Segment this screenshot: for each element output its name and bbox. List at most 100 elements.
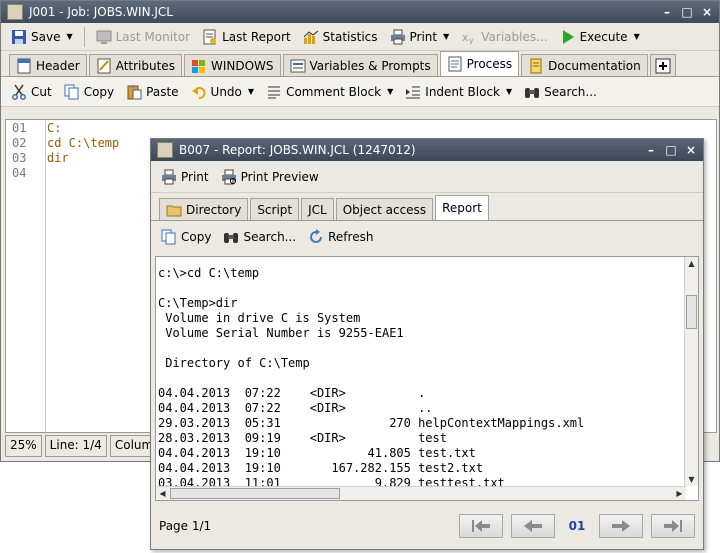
comment-block-icon xyxy=(268,86,281,98)
copy-button[interactable]: Copy xyxy=(60,81,118,103)
paste-label: Paste xyxy=(146,84,179,99)
refresh-icon xyxy=(310,229,323,243)
report-footer: Page 1/1 01 xyxy=(151,503,703,549)
line-number: 03 xyxy=(12,151,27,165)
report-search-label: Search... xyxy=(243,230,297,244)
chevron-down-icon[interactable]: ▼ xyxy=(443,32,449,41)
scroll-up-icon[interactable]: ▲ xyxy=(685,257,698,270)
last-report-label: Last Report xyxy=(222,29,291,44)
tab-process[interactable]: Process xyxy=(439,51,520,76)
main-tab-bar: Header Attributes WINDOWS Variables & Pr… xyxy=(1,51,719,77)
indent-block-icon xyxy=(406,86,421,98)
main-title-bar[interactable]: J001 - Job: JOBS.WIN.JCL – □ × xyxy=(1,1,719,23)
tab-variables-prompts[interactable]: Variables & Prompts xyxy=(282,54,438,76)
arrow-right-icon xyxy=(612,520,630,532)
print-button[interactable]: Print ▼ xyxy=(386,26,454,48)
next-page-button[interactable] xyxy=(599,514,643,538)
previous-page-button[interactable] xyxy=(511,514,555,538)
chevron-down-icon[interactable]: ▼ xyxy=(66,32,72,41)
binoculars-icon xyxy=(224,233,239,243)
horizontal-scrollbar[interactable]: ◀ ▶ xyxy=(156,486,686,500)
tab-script[interactable]: Script xyxy=(250,198,300,220)
paste-button[interactable]: Paste xyxy=(122,81,182,103)
tab-header[interactable]: Header xyxy=(9,54,87,76)
job-icon xyxy=(7,4,23,20)
variables-label: Variables... xyxy=(481,29,548,44)
cut-button[interactable]: Cut xyxy=(7,81,56,103)
last-monitor-button[interactable]: Last Monitor xyxy=(92,26,194,48)
report-line: C:\Temp>dir xyxy=(158,296,238,310)
tab-windows[interactable]: WINDOWS xyxy=(183,54,281,76)
vertical-scroll-thumb[interactable] xyxy=(686,295,697,329)
zoom-indicator[interactable]: 25% xyxy=(5,435,42,457)
first-page-button[interactable] xyxy=(459,514,503,538)
tab-directory[interactable]: Directory xyxy=(159,198,249,220)
report-line: c:\>cd C:\temp xyxy=(158,266,260,280)
toolbar-divider xyxy=(83,26,85,47)
report-toolbar: Print Print Preview xyxy=(151,161,703,193)
line-number: 04 xyxy=(12,166,27,180)
close-icon[interactable]: × xyxy=(701,6,713,18)
report-print-button[interactable]: Print xyxy=(157,166,213,188)
statistics-button[interactable]: Statistics xyxy=(299,26,382,48)
undo-button[interactable]: Undo ▼ xyxy=(187,81,259,103)
last-report-button[interactable]: Last Report xyxy=(198,26,295,48)
tab-documentation[interactable]: Documentation xyxy=(521,54,648,76)
line-indicator: Line: 1/4 xyxy=(44,435,107,457)
report-line: 04.04.2013 07:22 <DIR> .. xyxy=(158,401,433,415)
chevron-down-icon[interactable]: ▼ xyxy=(506,87,512,96)
report-text-area[interactable]: c:\>cd C:\temp C:\Temp>dir Volume in dri… xyxy=(155,256,699,501)
maximize-icon[interactable]: □ xyxy=(681,6,693,18)
report-content: c:\>cd C:\temp C:\Temp>dir Volume in dri… xyxy=(158,266,684,487)
report-line: 04.04.2013 19:10 41.805 test.txt xyxy=(158,446,476,460)
indent-block-button[interactable]: Indent Block ▼ xyxy=(401,81,516,103)
report-line: Directory of C:\Temp xyxy=(158,356,310,370)
report-icon xyxy=(203,29,217,44)
vertical-scrollbar[interactable]: ▲ ▼ xyxy=(684,257,698,486)
print-preview-button[interactable]: Print Preview xyxy=(217,166,323,188)
maximize-icon[interactable]: □ xyxy=(665,144,677,156)
print-preview-label: Print Preview xyxy=(240,169,319,184)
save-button[interactable]: Save ▼ xyxy=(7,26,77,48)
variables-button[interactable]: xy Variables... xyxy=(457,26,551,48)
tab-jcl[interactable]: JCL xyxy=(301,198,334,220)
arrow-left-icon xyxy=(524,520,542,532)
current-page-number: 01 xyxy=(568,519,586,533)
report-copy-button[interactable]: Copy xyxy=(157,226,215,248)
tab-script-label: Script xyxy=(257,202,293,217)
scissors-icon xyxy=(12,84,26,100)
chevron-down-icon[interactable]: ▼ xyxy=(387,87,393,96)
horizontal-scroll-thumb[interactable] xyxy=(170,488,340,499)
close-icon[interactable]: × xyxy=(685,144,697,156)
report-line: 04.04.2013 19:10 167.282.155 test2.txt xyxy=(158,461,484,475)
add-tab-button[interactable] xyxy=(649,54,676,76)
tab-variables-prompts-label: Variables & Prompts xyxy=(309,58,431,73)
play-icon xyxy=(562,29,574,44)
refresh-button[interactable]: Refresh xyxy=(304,226,377,248)
report-title-bar[interactable]: B007 - Report: JOBS.WIN.JCL (1247012) – … xyxy=(151,139,703,161)
print-label: Print xyxy=(409,29,438,44)
scroll-left-icon[interactable]: ◀ xyxy=(156,487,169,500)
minimize-icon[interactable]: – xyxy=(645,144,657,156)
last-page-button[interactable] xyxy=(651,514,695,538)
line-number: 02 xyxy=(12,136,27,150)
tab-report[interactable]: Report xyxy=(435,195,489,220)
scroll-right-icon[interactable]: ▶ xyxy=(673,487,686,500)
report-search-button[interactable]: Search... xyxy=(219,226,300,248)
tab-attributes[interactable]: Attributes xyxy=(88,54,182,76)
minimize-icon[interactable]: – xyxy=(661,6,673,18)
report-print-label: Print xyxy=(181,169,209,184)
tab-process-label: Process xyxy=(466,57,513,71)
last-page-icon xyxy=(664,520,682,532)
chevron-down-icon[interactable]: ▼ xyxy=(634,32,640,41)
search-button[interactable]: Search... xyxy=(520,81,601,103)
printer-icon xyxy=(162,169,176,184)
binoculars-icon xyxy=(525,87,540,98)
tab-directory-label: Directory xyxy=(186,202,242,217)
execute-button[interactable]: Execute ▼ xyxy=(556,26,644,48)
tab-object-access[interactable]: Object access xyxy=(335,198,434,220)
chevron-down-icon[interactable]: ▼ xyxy=(248,87,254,96)
scroll-down-icon[interactable]: ▼ xyxy=(685,473,698,486)
comment-block-button[interactable]: Comment Block ▼ xyxy=(262,81,397,103)
variables-icon: xy xyxy=(462,31,474,45)
